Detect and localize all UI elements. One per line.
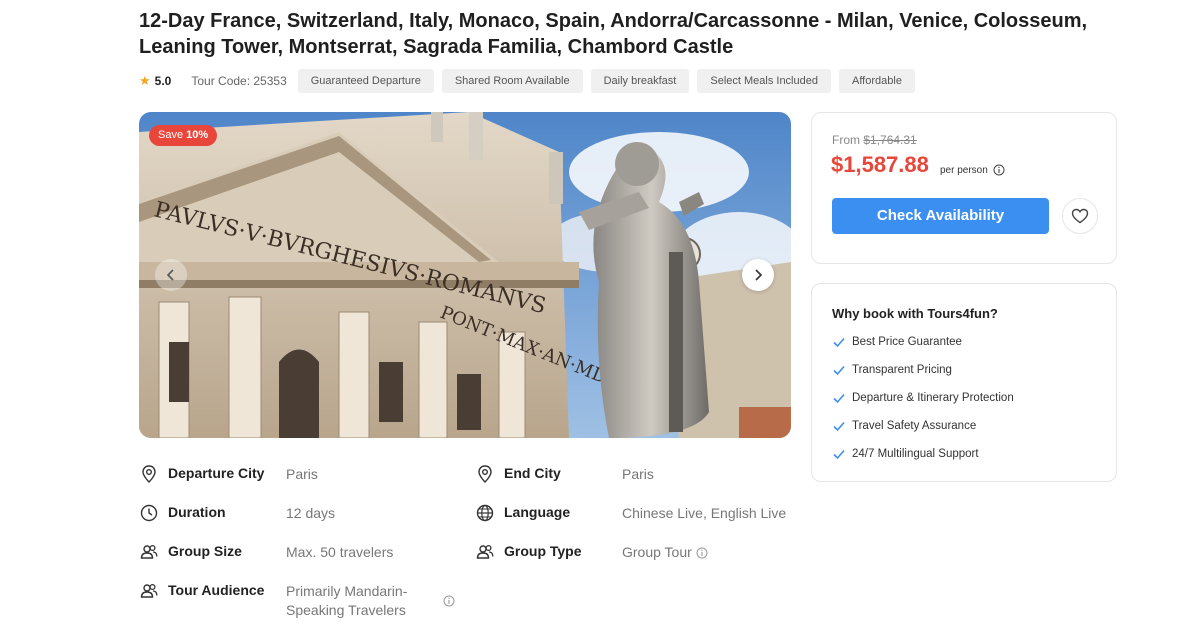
detail-group-size: Group Size Max. 50 travelers: [139, 543, 393, 562]
tag-affordable: Affordable: [838, 69, 915, 93]
why-item-multilingual-support: 24/7 Multilingual Support: [832, 447, 979, 461]
detail-departure-city: Departure City Paris: [139, 465, 318, 484]
departure-city-value: Paris: [286, 466, 318, 482]
why-item-label: Best Price Guarantee: [852, 336, 962, 348]
save-label: Save: [158, 129, 184, 141]
tag-daily-breakfast: Daily breakfast: [590, 69, 690, 93]
original-price: $1,764.31: [863, 133, 917, 147]
from-price: From $1,764.31: [832, 133, 917, 147]
why-item-safety-assurance: Travel Safety Assurance: [832, 419, 976, 433]
group-type-value: Group Tour: [622, 544, 692, 560]
why-item-transparent-pricing: Transparent Pricing: [832, 363, 952, 377]
group-size-value: Max. 50 travelers: [286, 544, 394, 560]
group-type-label: Group Type: [504, 543, 582, 559]
detail-group-type: Group Type Group Tour: [475, 543, 708, 562]
chevron-left-icon: [166, 269, 174, 281]
departure-city-label: Departure City: [168, 465, 265, 481]
why-item-itinerary-protection: Departure & Itinerary Protection: [832, 391, 1014, 405]
price-card: From $1,764.31 $1,587.88 per person Chec…: [811, 112, 1117, 264]
why-book-title: Why book with Tours4fun?: [832, 306, 998, 321]
detail-duration: Duration 12 days: [139, 504, 335, 523]
users-icon: [140, 544, 158, 559]
tag-shared-room: Shared Room Available: [441, 69, 583, 93]
check-icon: [833, 449, 845, 460]
tag-guaranteed-departure: Guaranteed Departure: [297, 69, 434, 93]
why-item-label: Travel Safety Assurance: [852, 420, 977, 432]
why-item-label: Departure & Itinerary Protection: [852, 392, 1014, 404]
wishlist-button[interactable]: [1062, 198, 1098, 234]
info-icon[interactable]: [993, 164, 1005, 176]
why-item-price-guarantee: Best Price Guarantee: [832, 335, 962, 349]
detail-language: Language Chinese Live, English Live: [475, 504, 786, 523]
why-book-card: Why book with Tours4fun? Best Price Guar…: [811, 283, 1117, 482]
heart-icon: [1071, 208, 1089, 224]
users-icon: [140, 583, 158, 598]
tour-meta-row: ★ 5.0 Tour Code: 25353 Guaranteed Depart…: [139, 69, 923, 93]
current-price: $1,587.88: [831, 152, 929, 177]
tour-photo: PAVLVS·V·BVRGHESIVS·ROMANVS PONT·MAX·AN·…: [139, 112, 791, 438]
check-icon: [833, 337, 845, 348]
tour-image-carousel[interactable]: PAVLVS·V·BVRGHESIVS·ROMANVS PONT·MAX·AN·…: [139, 112, 791, 438]
location-pin-icon: [142, 465, 156, 483]
tour-audience-label: Tour Audience: [168, 582, 265, 598]
info-icon[interactable]: [443, 595, 455, 607]
clock-icon: [140, 504, 158, 522]
save-percent: 10%: [186, 129, 209, 141]
info-icon[interactable]: [696, 547, 708, 559]
tour-audience-value-line-1: Primarily Mandarin-: [286, 583, 408, 599]
detail-end-city: End City Paris: [475, 465, 654, 484]
check-icon: [833, 421, 845, 432]
why-item-label: 24/7 Multilingual Support: [852, 448, 979, 460]
carousel-prev-button[interactable]: [155, 259, 187, 291]
group-size-label: Group Size: [168, 543, 242, 559]
detail-tour-audience: Tour Audience Primarily Mandarin- Speaki…: [139, 582, 407, 620]
tour-title: 12-Day France, Switzerland, Italy, Monac…: [139, 10, 1088, 58]
from-label: From: [832, 133, 860, 147]
carousel-next-button[interactable]: [742, 259, 774, 291]
per-person-label: per person: [940, 164, 988, 176]
check-availability-button[interactable]: Check Availability: [832, 198, 1049, 234]
star-icon: ★: [139, 73, 151, 88]
tour-code: Tour Code: 25353: [191, 74, 287, 88]
check-icon: [833, 365, 845, 376]
location-pin-icon: [478, 465, 492, 483]
duration-value: 12 days: [286, 505, 336, 521]
end-city-label: End City: [504, 465, 561, 481]
per-person: per person: [940, 164, 1005, 176]
chevron-right-icon: [755, 269, 763, 281]
globe-icon: [476, 504, 494, 522]
check-icon: [833, 393, 845, 404]
tour-audience-value-line-2: Speaking Travelers: [286, 602, 406, 618]
end-city-value: Paris: [622, 466, 654, 482]
tour-audience-value: Primarily Mandarin- Speaking Travelers: [286, 582, 407, 620]
save-badge: Save 10%: [149, 125, 218, 146]
language-value: Chinese Live, English Live: [622, 505, 787, 521]
why-item-label: Transparent Pricing: [852, 364, 952, 376]
duration-label: Duration: [168, 504, 226, 520]
rating-value: 5.0: [154, 74, 172, 88]
tag-select-meals: Select Meals Included: [697, 69, 831, 93]
language-label: Language: [504, 504, 571, 520]
users-icon: [476, 544, 494, 559]
